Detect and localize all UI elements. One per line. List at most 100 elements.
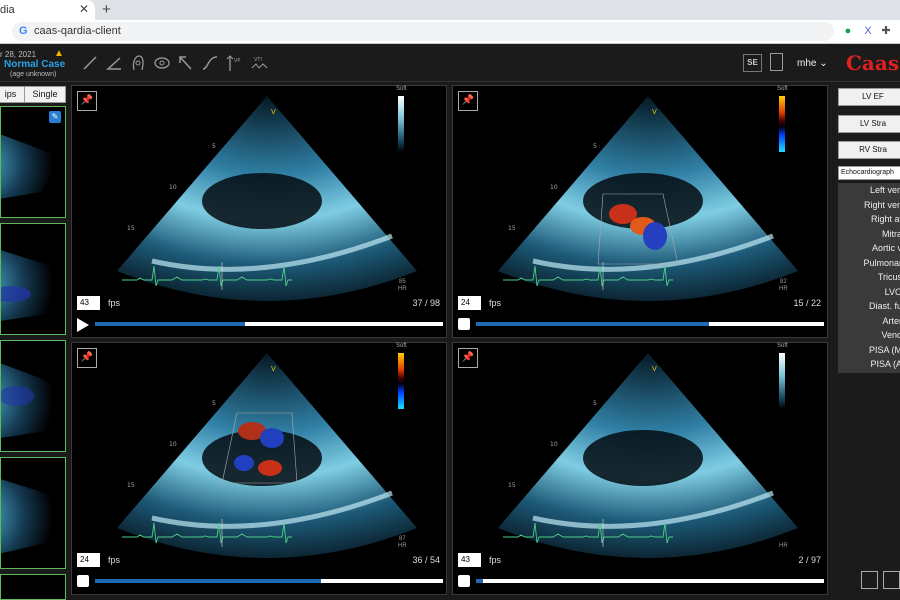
echo-viewport[interactable]: V 5 10 15 Soft 82 HR 📌 24 fps 15 / 22 [452, 85, 828, 338]
browser-toolbar: G caas-qardia-client ● X ✚ [0, 20, 900, 44]
warning-icon[interactable]: ▲ [54, 48, 64, 59]
colorbar [398, 96, 404, 152]
lut-label: Soft [396, 86, 407, 92]
depth-label: 15 [508, 482, 516, 489]
depth-label: 10 [550, 441, 558, 448]
measurement-item-pulmonary[interactable]: Pulmonar [838, 256, 900, 271]
thumbnail-sidebar: ips Single ✎ [0, 83, 68, 600]
svg-text:VP: VP [234, 58, 240, 64]
new-tab-icon[interactable]: + [102, 1, 111, 18]
thumbnail-image [1, 250, 61, 321]
cine-progress [476, 322, 710, 326]
thumbnail-image [1, 363, 61, 438]
cine-progress [95, 579, 322, 583]
case-name: Normal Case [4, 59, 66, 70]
clip-thumbnail[interactable] [0, 223, 66, 335]
measurement-item-pisa-mitral[interactable]: PISA (M [838, 343, 900, 358]
fps-input[interactable]: 24 [77, 553, 100, 567]
se-button[interactable]: SE [743, 54, 762, 72]
colorbar [779, 353, 785, 409]
app-header: r 28, 2021 ▲ Normal Case (age unknown) V… [0, 45, 900, 82]
lut-label: Soft [396, 343, 407, 349]
url-text: caas-qardia-client [34, 25, 121, 37]
stop-icon[interactable] [458, 575, 471, 588]
layout-button[interactable] [883, 571, 900, 589]
ellipse-tool-icon[interactable] [152, 53, 172, 73]
ultrasound-image: V 5 10 15 [117, 353, 417, 558]
measurement-panel: LV EF LV Stra RV Stra Echocardiograph Le… [834, 83, 900, 600]
frame-counter: 37 / 98 [412, 298, 440, 308]
measurement-item-right-atrium[interactable]: Right at [838, 212, 900, 227]
clips-button[interactable]: ips [0, 86, 25, 103]
edit-icon[interactable]: ✎ [49, 111, 61, 123]
pin-icon[interactable]: 📌 [458, 348, 478, 368]
fps-label: fps [489, 555, 502, 565]
measurement-item-aortic-valve[interactable]: Aortic v [838, 241, 900, 256]
stop-icon[interactable] [77, 575, 90, 588]
depth-label: 5 [212, 400, 216, 407]
heart-rate: HR [779, 543, 788, 549]
protocol-select[interactable]: Echocardiograph [838, 166, 900, 180]
measurement-item-right-ventricle[interactable]: Right ven [838, 198, 900, 213]
measurement-item-mitral[interactable]: Mitra [838, 227, 900, 242]
lv-trace-tool-icon[interactable] [128, 53, 148, 73]
depth-label: 5 [212, 143, 216, 150]
layout-button[interactable] [861, 571, 878, 589]
report-document-icon[interactable] [770, 53, 783, 71]
measurement-item-lvot[interactable]: LVO [838, 285, 900, 300]
lv-strain-button[interactable]: LV Stra [838, 115, 900, 133]
clip-thumbnail[interactable]: ✎ [0, 106, 66, 218]
cine-scrubber[interactable] [476, 322, 824, 326]
echo-viewport[interactable]: V 5 10 15 Soft 87 HR 📌 24 fps 36 / 54 [71, 342, 447, 595]
curve-tool-icon[interactable] [200, 53, 220, 73]
lv-ef-button[interactable]: LV EF [838, 88, 900, 106]
measurement-item-diastolic-function[interactable]: Diast. fu [838, 299, 900, 314]
lut-label: Soft [777, 86, 788, 92]
depth-label: 15 [127, 482, 135, 489]
angle-tool-icon[interactable] [104, 53, 124, 73]
fps-input[interactable]: 24 [458, 296, 481, 310]
user-menu[interactable]: mhe ⌄ [797, 58, 828, 69]
line-tool-icon[interactable] [80, 53, 100, 73]
echo-viewport[interactable]: V 5 10 15 Soft HR 📌 43 fps 2 / 97 [452, 342, 828, 595]
ultrasound-image: V 5 10 15 [117, 96, 417, 301]
clip-thumbnail[interactable] [0, 574, 66, 600]
rv-strain-button[interactable]: RV Stra [838, 141, 900, 159]
pin-icon[interactable]: 📌 [77, 348, 97, 368]
measurement-item-venous[interactable]: Veno [838, 328, 900, 343]
fps-label: fps [108, 298, 121, 308]
stop-icon[interactable] [458, 318, 471, 331]
play-icon[interactable] [77, 318, 90, 332]
cine-scrubber[interactable] [95, 579, 443, 583]
echo-viewport[interactable]: V 5 10 15 Soft 85 HR 📌 43 fps 37 / 98 [71, 85, 447, 338]
heart-rate: 82 HR [779, 279, 788, 292]
measurement-item-left-ventricle[interactable]: Left ven [838, 183, 900, 198]
cine-scrubber[interactable] [476, 579, 824, 583]
vti-tool-icon[interactable]: VTI [250, 53, 270, 73]
pin-icon[interactable]: 📌 [458, 91, 478, 111]
cine-scrubber[interactable] [95, 322, 443, 326]
ecg-trace [122, 262, 292, 290]
probe-marker: V [652, 108, 657, 116]
velocity-peak-tool-icon[interactable]: VP [224, 53, 244, 73]
ultrasound-image: V 5 10 15 [498, 96, 798, 301]
clip-thumbnail[interactable] [0, 457, 66, 569]
fps-input[interactable]: 43 [458, 553, 481, 567]
grammarly-icon[interactable]: ● [840, 23, 856, 39]
tab-close-icon[interactable]: ✕ [79, 2, 89, 16]
measurement-item-pisa-aortic[interactable]: PISA (A [838, 357, 900, 372]
cine-progress [95, 322, 245, 326]
arrow-tool-icon[interactable] [176, 53, 196, 73]
single-button[interactable]: Single [24, 86, 66, 103]
measurement-item-arterial[interactable]: Arter [838, 314, 900, 329]
extensions-puzzle-icon[interactable]: ✚ [878, 23, 894, 39]
measurement-item-tricuspid[interactable]: Tricus [838, 270, 900, 285]
heart-rate: 87 HR [398, 536, 407, 549]
fps-input[interactable]: 43 [77, 296, 100, 310]
address-bar[interactable]: G caas-qardia-client [12, 22, 834, 41]
clip-thumbnail[interactable] [0, 340, 66, 452]
colorbar [779, 96, 785, 152]
extension-x-icon[interactable]: X [860, 23, 876, 39]
pin-icon[interactable]: 📌 [77, 91, 97, 111]
browser-tab[interactable]: dia ✕ [0, 0, 95, 20]
